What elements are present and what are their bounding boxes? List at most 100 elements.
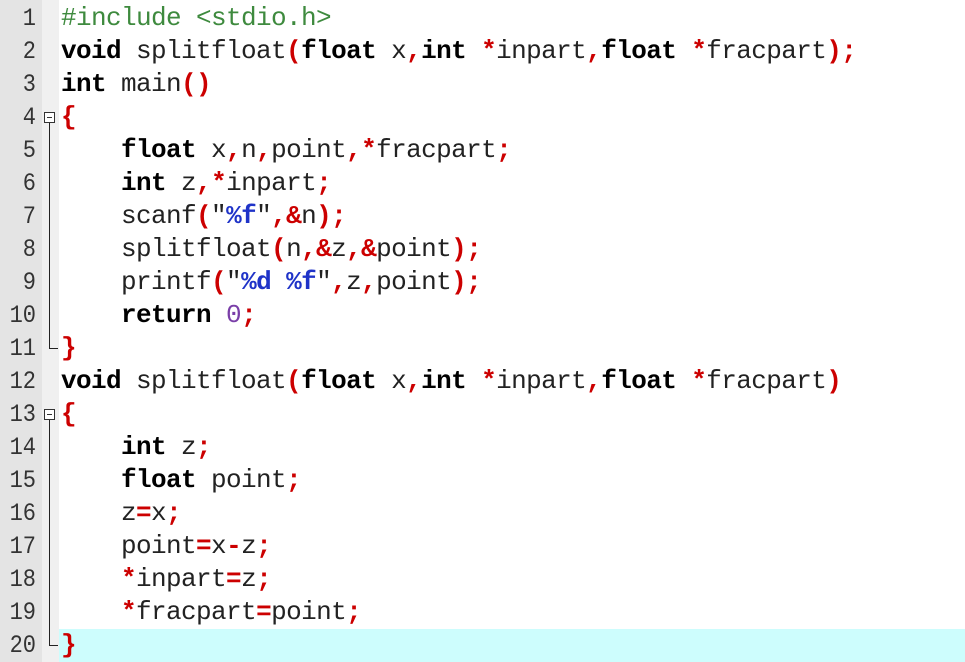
code-text[interactable]: *fracpart=point; (59, 596, 965, 629)
token-str: " (256, 201, 272, 231)
token-id (61, 432, 121, 462)
token-kw: int (421, 366, 467, 396)
fold-collapse-icon[interactable] (42, 101, 59, 134)
minus-box-icon[interactable] (44, 112, 55, 123)
line-number: 6 (22, 169, 36, 198)
line-number: 13 (9, 400, 36, 429)
fold-line-segment (49, 431, 50, 464)
code-editor[interactable]: 1 #include <stdio.h> 2 void splitfloat(floa… (0, 0, 965, 662)
token-op: } (61, 333, 77, 363)
token-op: - (226, 531, 242, 561)
token-str: " (226, 267, 242, 297)
token-id (61, 564, 121, 594)
token-op: , (346, 135, 362, 165)
token-op: , (361, 267, 377, 297)
code-line[interactable]: 10 return 0; (0, 299, 965, 332)
fold-line (42, 464, 59, 497)
code-line[interactable]: 5 float x,n,point,*fracpart; (0, 134, 965, 167)
code-text[interactable]: return 0; (59, 299, 965, 332)
code-line[interactable]: 11} (0, 332, 965, 365)
token-kw: int (121, 168, 167, 198)
token-id (61, 300, 121, 330)
fold-end-corner (49, 332, 58, 349)
token-id: z (241, 564, 257, 594)
code-text[interactable]: printf("%d %f",z,point); (59, 266, 965, 299)
code-text[interactable]: float x,n,point,*fracpart; (59, 134, 965, 167)
code-text[interactable]: { (59, 398, 965, 431)
token-op: & (286, 201, 302, 231)
fold-line (42, 299, 59, 332)
token-id: fracpart (376, 135, 497, 165)
code-line[interactable]: 1 #include <stdio.h> (0, 2, 965, 35)
fold-line-segment (49, 266, 50, 299)
token-num: 0 (226, 300, 242, 330)
token-id: point (376, 267, 452, 297)
token-id: printf (61, 267, 212, 297)
code-line[interactable]: 13 { (0, 398, 965, 431)
code-line[interactable]: 15 float point; (0, 464, 965, 497)
code-text[interactable]: { (59, 101, 965, 134)
code-text[interactable]: void splitfloat(float x,int *inpart,floa… (59, 365, 965, 398)
code-line[interactable]: 3 int main() (0, 68, 965, 101)
token-id (466, 366, 481, 396)
code-text[interactable]: int z,*inpart; (59, 167, 965, 200)
token-op: , (256, 135, 272, 165)
code-line[interactable]: 18 *inpart=z; (0, 563, 965, 596)
code-line[interactable]: 9 printf("%d %f",z,point); (0, 266, 965, 299)
token-id (61, 597, 121, 627)
line-number: 10 (9, 301, 36, 330)
fold-empty (42, 2, 59, 35)
code-text[interactable]: void splitfloat(float x,int *inpart,floa… (59, 35, 965, 68)
line-number: 2 (22, 37, 36, 66)
token-op: , (226, 135, 242, 165)
code-text[interactable]: *inpart=z; (59, 563, 965, 596)
fold-line (49, 123, 50, 134)
token-id: z (241, 531, 257, 561)
code-text[interactable]: splitfloat(n,&z,&point); (59, 233, 965, 266)
code-line[interactable]: 14 int z; (0, 431, 965, 464)
code-text[interactable]: int z; (59, 431, 965, 464)
code-line[interactable]: 7 scanf("%f",&n); (0, 200, 965, 233)
token-op: * (481, 366, 497, 396)
token-str: " (316, 267, 332, 297)
fold-empty (42, 365, 59, 398)
token-id: splitfloat (121, 36, 287, 66)
token-id: point (271, 135, 347, 165)
code-line[interactable]: 19 *fracpart=point; (0, 596, 965, 629)
token-op: ; (166, 498, 182, 528)
code-line[interactable]: 8 splitfloat(n,&z,&point); (0, 233, 965, 266)
code-text[interactable]: } (59, 332, 965, 365)
token-op: * (691, 366, 707, 396)
token-kw: float (601, 366, 677, 396)
token-id: z (166, 432, 197, 462)
code-text[interactable]: float point; (59, 464, 965, 497)
token-id: inpart (496, 36, 587, 66)
token-op: ) (451, 267, 467, 297)
fold-collapse-icon[interactable] (42, 398, 59, 431)
token-op: { (61, 102, 77, 132)
fold-line-segment (49, 596, 50, 629)
code-text[interactable]: #include <stdio.h> (59, 2, 965, 35)
token-id: fracpart (706, 366, 827, 396)
code-text[interactable]: scanf("%f",&n); (59, 200, 965, 233)
code-line[interactable]: 4{ (0, 101, 965, 134)
line-number: 20 (9, 631, 36, 660)
token-op: * (121, 564, 137, 594)
code-line[interactable]: 16 z=x; (0, 497, 965, 530)
token-op: * (361, 135, 377, 165)
token-id (61, 168, 121, 198)
token-op: ( (196, 201, 212, 231)
code-line[interactable]: 17 point=x-z; (0, 530, 965, 563)
code-text[interactable]: point=x-z; (59, 530, 965, 563)
code-text[interactable]: int main() (59, 68, 965, 101)
code-text[interactable]: } (59, 629, 965, 662)
code-line[interactable]: 12 void splitfloat(float x,int *inpart,fl… (0, 365, 965, 398)
code-line[interactable]: 2 void splitfloat(float x,int *inpart,flo… (0, 35, 965, 68)
code-line[interactable]: 6 int z,*inpart; (0, 167, 965, 200)
token-op: ( (286, 36, 302, 66)
minus-box-icon[interactable] (44, 409, 55, 420)
code-line[interactable]: 20} (0, 629, 965, 662)
token-id: scanf (61, 201, 197, 231)
code-text[interactable]: z=x; (59, 497, 965, 530)
token-op: ) (826, 366, 842, 396)
